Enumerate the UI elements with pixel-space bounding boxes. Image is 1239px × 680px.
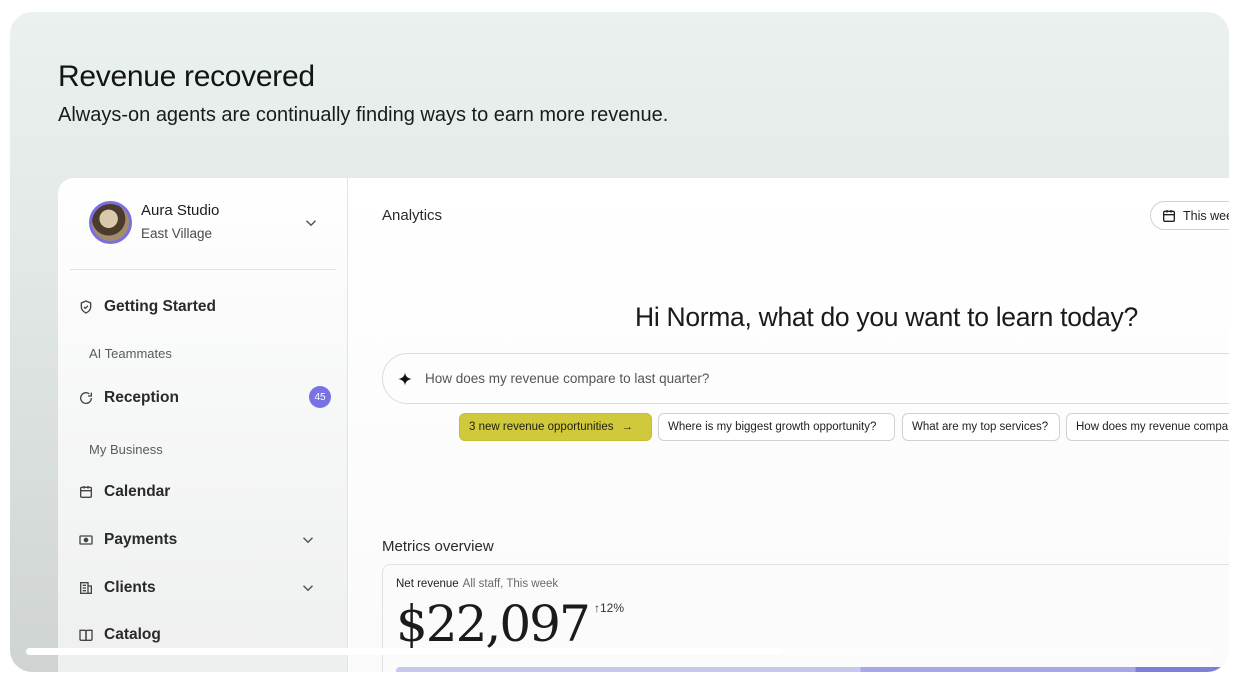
hero-title: Revenue recovered bbox=[58, 60, 315, 93]
ask-placeholder: How does my revenue compare to last quar… bbox=[425, 371, 710, 386]
sidebar-item-calendar[interactable]: Calendar bbox=[77, 477, 317, 507]
business-name: Aura Studio bbox=[141, 202, 220, 219]
net-revenue-card[interactable]: Net revenue All staff, This week $22,097 … bbox=[382, 564, 1229, 672]
notification-badge: 45 bbox=[309, 386, 331, 408]
chip-revenue-compare[interactable]: How does my revenue compa bbox=[1066, 413, 1229, 441]
page-title: Analytics bbox=[382, 207, 443, 224]
book-icon bbox=[77, 626, 95, 644]
metric-scope: All staff, This week bbox=[462, 578, 559, 590]
sidebar-item-label: Clients bbox=[104, 579, 156, 596]
sidebar-item-label: Catalog bbox=[104, 626, 161, 643]
sidebar-item-label: Payments bbox=[104, 531, 178, 548]
arrow-right-icon: → bbox=[621, 421, 634, 433]
sidebar-item-reception[interactable]: Reception bbox=[77, 383, 317, 413]
sidebar-item-label: Reception bbox=[104, 389, 179, 406]
calendar-icon bbox=[77, 483, 95, 501]
chip-growth-opportunity[interactable]: Where is my biggest growth opportunity? bbox=[658, 413, 895, 441]
business-avatar bbox=[89, 201, 132, 244]
chip-label: What are my top services? bbox=[912, 421, 1049, 433]
clients-icon bbox=[77, 579, 95, 597]
section-ai-teammates: AI Teammates bbox=[89, 346, 172, 361]
main-content: Analytics This wee Hi Norma, what do you… bbox=[349, 178, 1229, 672]
hero-subtitle: Always-on agents are continually finding… bbox=[58, 104, 669, 126]
scrollbar-thumb[interactable] bbox=[26, 648, 782, 655]
chevron-down-icon[interactable] bbox=[299, 579, 317, 597]
payments-icon bbox=[77, 531, 95, 549]
metric-label: Net revenue All staff, This week bbox=[396, 578, 558, 590]
chip-top-services[interactable]: What are my top services? bbox=[902, 413, 1060, 441]
ask-input[interactable]: How does my revenue compare to last quar… bbox=[382, 353, 1229, 404]
date-range-label: This wee bbox=[1183, 208, 1229, 223]
metric-name: Net revenue bbox=[396, 578, 459, 590]
chip-label: How does my revenue compa bbox=[1076, 421, 1229, 433]
hero-card: Revenue recovered Always-on agents are c… bbox=[10, 12, 1229, 672]
chip-label: Where is my biggest growth opportunity? bbox=[668, 421, 877, 433]
business-location: East Village bbox=[141, 226, 213, 241]
chip-revenue-opportunities[interactable]: 3 new revenue opportunities → bbox=[459, 413, 652, 441]
chevron-down-icon[interactable] bbox=[299, 531, 317, 549]
chip-label: 3 new revenue opportunities bbox=[469, 421, 614, 433]
chevron-down-icon[interactable] bbox=[302, 214, 320, 232]
sidebar: Aura Studio East Village Getting Started… bbox=[58, 178, 348, 672]
metric-delta: ↑12% bbox=[594, 601, 624, 615]
sidebar-item-label: Calendar bbox=[104, 483, 171, 500]
shield-check-icon bbox=[77, 298, 95, 316]
sparkle-icon bbox=[398, 371, 412, 386]
revenue-breakdown-bar bbox=[396, 667, 1229, 672]
app-window: Aura Studio East Village Getting Started… bbox=[58, 178, 1229, 672]
date-range-button[interactable]: This wee bbox=[1150, 201, 1229, 230]
sidebar-item-catalog[interactable]: Catalog bbox=[77, 620, 317, 650]
business-switcher[interactable]: Aura Studio East Village bbox=[70, 178, 336, 270]
sidebar-item-getting-started[interactable]: Getting Started bbox=[77, 292, 317, 322]
calendar-icon bbox=[1163, 209, 1175, 222]
metric-value: $22,097 bbox=[396, 595, 591, 653]
metrics-heading: Metrics overview bbox=[382, 538, 494, 555]
greeting-heading: Hi Norma, what do you want to learn toda… bbox=[635, 302, 1138, 332]
sidebar-item-label: Getting Started bbox=[104, 298, 216, 315]
refresh-icon bbox=[77, 389, 95, 407]
sidebar-item-payments[interactable]: Payments bbox=[77, 525, 317, 555]
section-my-business: My Business bbox=[89, 442, 163, 457]
sidebar-item-clients[interactable]: Clients bbox=[77, 573, 317, 603]
metric-delta-value: 12% bbox=[600, 601, 625, 615]
